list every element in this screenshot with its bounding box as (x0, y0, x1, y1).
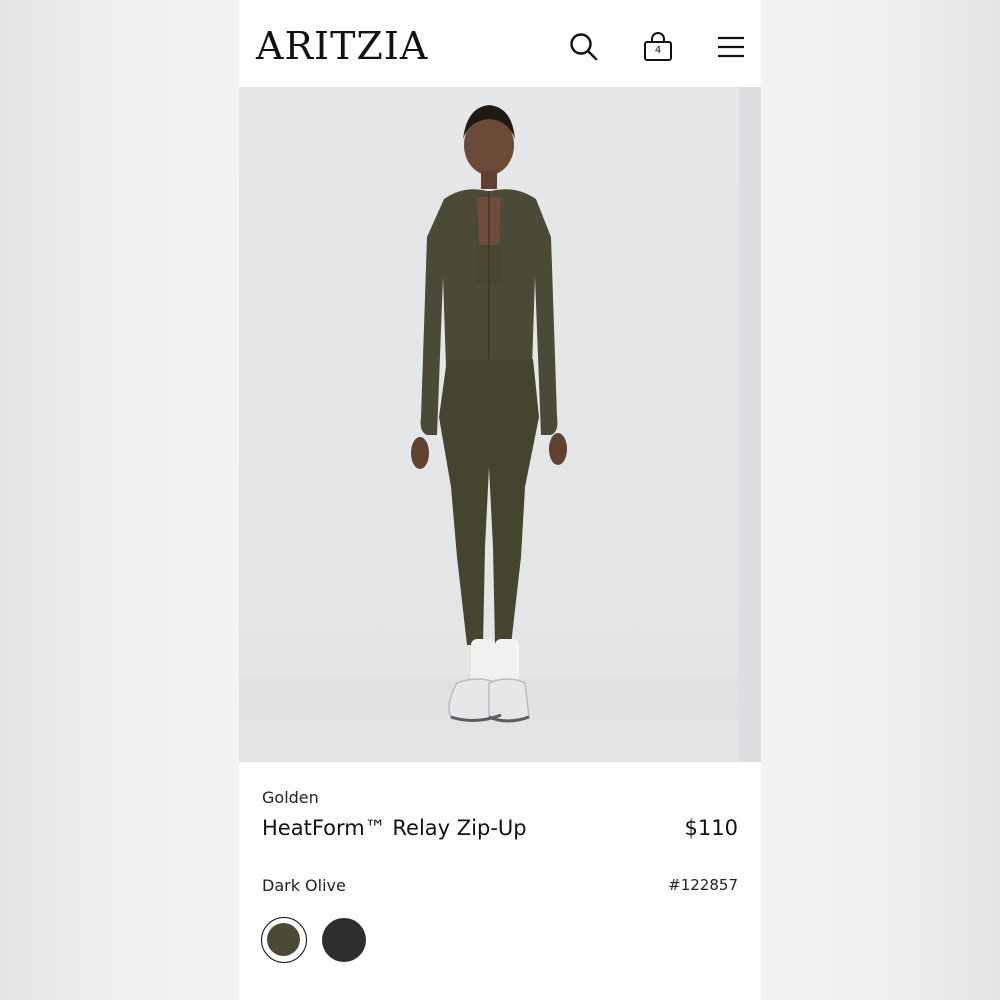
shopping-bag-button[interactable]: 4 (642, 31, 674, 63)
search-icon (570, 33, 598, 61)
menu-button[interactable] (715, 31, 747, 63)
site-header: ARITZIA 4 (239, 0, 761, 87)
bag-count-badge: 4 (654, 45, 662, 56)
search-button[interactable] (568, 31, 600, 63)
product-info: Golden HeatForm™ Relay Zip-Up $110 Dark … (239, 762, 761, 1000)
product-image[interactable] (239, 87, 761, 762)
hamburger-menu-icon (718, 36, 744, 58)
product-page: ARITZIA 4 Golden HeatForm™ Relay Zip-Up … (239, 0, 761, 1000)
swatch-dark-olive[interactable] (261, 917, 307, 963)
selected-color-name: Dark Olive (262, 876, 346, 895)
aritzia-logo[interactable]: ARITZIA (256, 24, 428, 68)
swatch-black[interactable] (321, 917, 367, 963)
swatch-color (267, 923, 300, 956)
product-price: $110 (684, 816, 738, 840)
product-sku: #122857 (668, 876, 738, 894)
model-photo (239, 87, 761, 762)
brand-name[interactable]: Golden (262, 788, 319, 807)
swatch-color (322, 918, 366, 962)
product-name: HeatForm™ Relay Zip-Up (262, 816, 527, 840)
